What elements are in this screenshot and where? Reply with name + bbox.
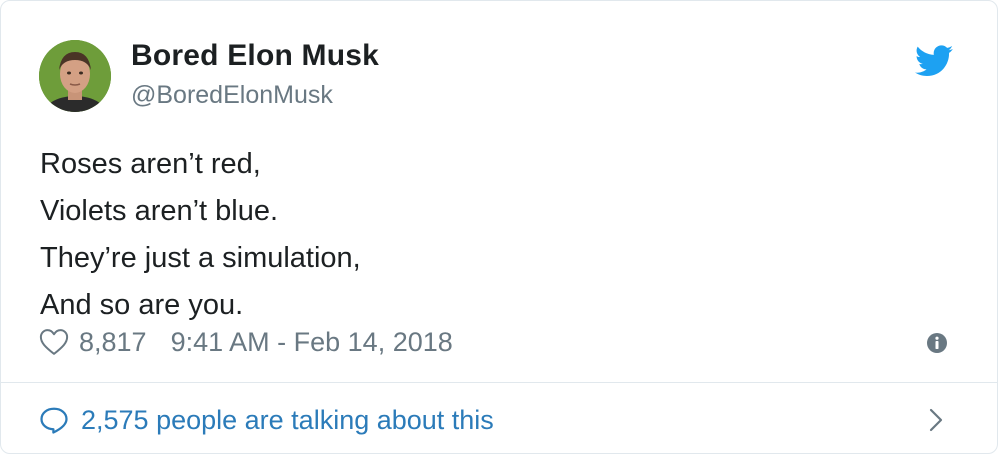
- timestamp[interactable]: 9:41 AM - Feb 14, 2018: [171, 327, 453, 358]
- tweet-line: And so are you.: [40, 289, 244, 321]
- twitter-bird-icon[interactable]: [915, 45, 953, 77]
- avatar-image: [39, 40, 111, 112]
- divider: [1, 382, 997, 383]
- tweet-card: Bored Elon Musk @BoredElonMusk Roses are…: [0, 0, 998, 454]
- heart-icon[interactable]: [39, 328, 69, 356]
- tweet-text: Roses aren’t red, Violets aren’t blue. T…: [40, 141, 361, 329]
- author-handle[interactable]: @BoredElonMusk: [131, 81, 333, 110]
- talking-about-link[interactable]: 2,575 people are talking about this: [39, 402, 494, 438]
- talking-about-text: 2,575 people are talking about this: [81, 404, 494, 435]
- tweet-line: Roses aren’t red,: [40, 148, 261, 180]
- author-name[interactable]: Bored Elon Musk: [131, 39, 379, 73]
- tweet-line: They’re just a simulation,: [40, 242, 361, 274]
- tweet-meta: 8,817 9:41 AM - Feb 14, 2018: [39, 324, 453, 360]
- avatar[interactable]: [39, 40, 111, 112]
- like-count[interactable]: 8,817: [79, 327, 147, 358]
- tweet-line: Violets aren’t blue.: [40, 195, 279, 227]
- info-icon[interactable]: [926, 332, 948, 354]
- speech-bubble-icon: [40, 407, 68, 434]
- chevron-right-icon[interactable]: [927, 407, 945, 433]
